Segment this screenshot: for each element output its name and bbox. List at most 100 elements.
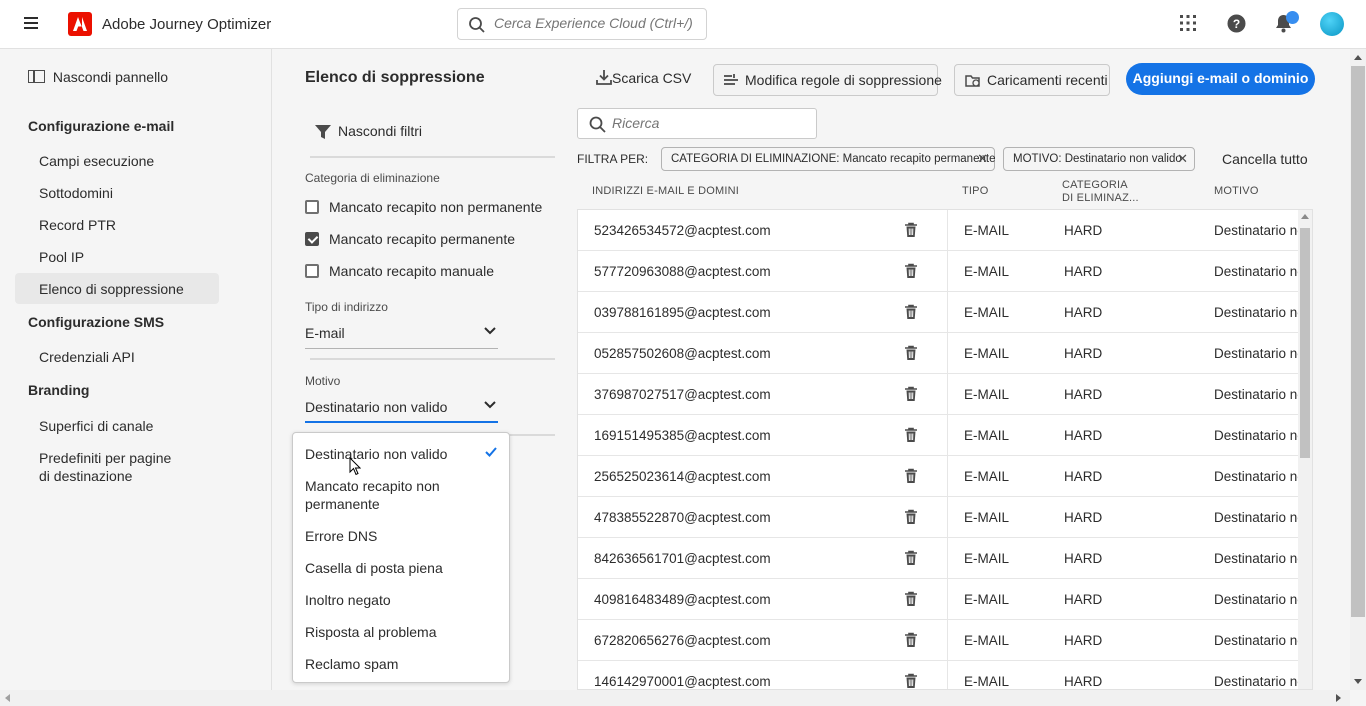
suppression-reason: Destinatario non valido xyxy=(1214,264,1298,279)
nav-item-landing-page-presets[interactable]: Predefiniti per pagine di destinazione xyxy=(39,449,171,485)
dropdown-option-mailbox-full[interactable]: Casella di posta piena xyxy=(305,559,500,577)
scrollbar-thumb[interactable] xyxy=(1300,228,1310,458)
suppression-reason: Destinatario non valido xyxy=(1214,305,1298,320)
delete-icon[interactable] xyxy=(904,468,918,487)
table-row[interactable]: 169151495385@acptest.com E-MAIL HARD Destin… xyxy=(578,415,1298,456)
table-row[interactable]: 039788161895@acptest.com E-MAIL HARD Destin… xyxy=(578,292,1298,333)
checkbox[interactable] xyxy=(305,200,319,214)
checkbox-checked[interactable] xyxy=(305,232,319,246)
delete-icon[interactable] xyxy=(904,222,918,241)
download-csv-button[interactable]: Scarica CSV xyxy=(596,63,691,95)
nav-item-channel-surfaces[interactable]: Superfici di canale xyxy=(39,417,153,435)
scroll-down-arrow[interactable] xyxy=(1354,679,1362,684)
table-row[interactable]: 052857502608@acptest.com E-MAIL HARD Destin… xyxy=(578,333,1298,374)
mouse-cursor-icon xyxy=(349,457,361,476)
hide-panel-button[interactable]: Nascondi pannello xyxy=(28,69,168,85)
suppression-category: HARD xyxy=(1064,428,1103,443)
dropdown-option-dns-error[interactable]: Errore DNS xyxy=(305,527,500,545)
filter-tag-reason[interactable]: MOTIVO: Destinatario non valido ✕ xyxy=(1003,147,1195,171)
recent-uploads-button[interactable]: Caricamenti recenti xyxy=(954,64,1110,96)
address-type: E-MAIL xyxy=(964,264,1010,279)
table-row[interactable]: 376987027517@acptest.com E-MAIL HARD Destin… xyxy=(578,374,1298,415)
nav-item-sottodomini[interactable]: Sottodomini xyxy=(39,184,113,202)
global-search[interactable] xyxy=(457,8,707,40)
dropdown-option-relay-denied[interactable]: Inoltro negato xyxy=(305,591,500,609)
column-header-address[interactable]: INDIRIZZI E-MAIL E DOMINI xyxy=(592,185,739,198)
remove-tag-icon[interactable]: ✕ xyxy=(1177,148,1188,170)
scroll-up-arrow[interactable] xyxy=(1301,214,1309,219)
reason-select[interactable]: Destinatario non valido xyxy=(305,395,498,423)
scroll-up-arrow[interactable] xyxy=(1354,55,1362,60)
column-divider xyxy=(947,620,948,661)
checkbox[interactable] xyxy=(305,264,319,278)
download-icon xyxy=(596,70,612,85)
dropdown-option-soft-bounce[interactable]: Mancato recapito non permanente xyxy=(305,477,500,513)
remove-tag-icon[interactable]: ✕ xyxy=(977,148,988,170)
delete-icon[interactable] xyxy=(904,550,918,569)
page-vertical-scrollbar[interactable] xyxy=(1350,49,1366,690)
dropdown-option-invalid-recipient[interactable]: Destinatario non valido xyxy=(305,445,500,463)
suppression-category: HARD xyxy=(1064,551,1103,566)
adobe-logo-icon[interactable] xyxy=(68,12,92,36)
edit-suppression-rules-button[interactable]: Modifica regole di soppressione xyxy=(713,64,942,96)
suppression-reason: Destinatario non valido xyxy=(1214,551,1298,566)
email-address: 169151495385@acptest.com xyxy=(594,428,771,443)
filter-tag-category[interactable]: CATEGORIA DI ELIMINAZIONE: Mancato recap… xyxy=(661,147,995,171)
add-email-domain-button[interactable]: Aggiungi e-mail o dominio xyxy=(1126,63,1315,95)
delete-icon[interactable] xyxy=(904,591,918,610)
scroll-right-arrow[interactable] xyxy=(1336,694,1341,702)
table-row[interactable]: 409816483489@acptest.com E-MAIL HARD Destin… xyxy=(578,579,1298,620)
address-type-select[interactable]: E-mail xyxy=(305,321,498,349)
checkbox-soft-bounce[interactable]: Mancato recapito non permanente xyxy=(305,199,542,215)
suppression-table: 146142970001@acptest.com E-MAIL HARD Destin… xyxy=(577,209,1313,690)
nav-item-api-credentials[interactable]: Credenziali API xyxy=(39,348,135,366)
delete-icon[interactable] xyxy=(904,673,918,689)
menu-icon[interactable] xyxy=(24,17,38,29)
clear-all-button[interactable]: Cancella tutto xyxy=(1222,151,1308,167)
column-divider xyxy=(947,661,948,689)
table-scrollbar[interactable] xyxy=(1298,210,1312,689)
checkbox-manual-bounce[interactable]: Mancato recapito manuale xyxy=(305,263,494,279)
app-name[interactable]: Adobe Journey Optimizer xyxy=(102,16,271,33)
nav-item-pool-ip[interactable]: Pool IP xyxy=(39,248,84,266)
delete-icon[interactable] xyxy=(904,263,918,282)
table-search-input[interactable] xyxy=(612,115,807,131)
table-row[interactable]: 523426534572@acptest.com E-MAIL HARD Destin… xyxy=(578,210,1298,251)
table-row[interactable]: 146142970001@acptest.com E-MAIL HARD Destin… xyxy=(578,661,1298,689)
delete-icon[interactable] xyxy=(904,427,918,446)
page-horizontal-scrollbar[interactable] xyxy=(0,690,1350,706)
table-row[interactable]: 256525023614@acptest.com E-MAIL HARD Destin… xyxy=(578,456,1298,497)
table-search[interactable] xyxy=(577,108,817,139)
delete-icon[interactable] xyxy=(904,386,918,405)
nav-item-campi-esecuzione[interactable]: Campi esecuzione xyxy=(39,152,154,170)
chevron-down-icon xyxy=(484,327,496,335)
table-row[interactable]: 672820656276@acptest.com E-MAIL HARD Destin… xyxy=(578,620,1298,661)
nav-item-record-ptr[interactable]: Record PTR xyxy=(39,216,116,234)
apps-grid-icon[interactable] xyxy=(1179,14,1197,32)
nav-item-suppression-list[interactable]: Elenco di soppressione xyxy=(39,280,184,298)
checkbox-hard-bounce[interactable]: Mancato recapito permanente xyxy=(305,231,515,247)
scrollbar-thumb[interactable] xyxy=(1351,66,1365,617)
email-address: 842636561701@acptest.com xyxy=(594,551,771,566)
dropdown-option-challenge-response[interactable]: Risposta al problema xyxy=(305,623,500,641)
reason-label: Motivo xyxy=(305,374,341,388)
global-search-input[interactable] xyxy=(494,15,699,31)
table-row[interactable]: 478385522870@acptest.com E-MAIL HARD Destin… xyxy=(578,497,1298,538)
delete-icon[interactable] xyxy=(904,509,918,528)
user-avatar[interactable] xyxy=(1320,12,1344,36)
column-header-category[interactable]: CATEGORIA DI ELIMINAZ... xyxy=(1062,179,1139,205)
help-icon[interactable]: ? xyxy=(1227,14,1246,33)
column-header-type[interactable]: TIPO xyxy=(962,185,988,198)
delete-icon[interactable] xyxy=(904,632,918,651)
column-header-category-line1: CATEGORIA xyxy=(1062,179,1128,191)
hide-filters-button[interactable]: Nascondi filtri xyxy=(338,123,422,139)
dropdown-option-spam-complaint[interactable]: Reclamo spam xyxy=(305,655,500,673)
scroll-left-arrow[interactable] xyxy=(5,694,10,702)
table-row[interactable]: 577720963088@acptest.com E-MAIL HARD Destin… xyxy=(578,251,1298,292)
suppression-category: HARD xyxy=(1064,305,1103,320)
suppression-category: HARD xyxy=(1064,346,1103,361)
delete-icon[interactable] xyxy=(904,345,918,364)
column-header-reason[interactable]: MOTIVO xyxy=(1214,185,1259,198)
table-row[interactable]: 842636561701@acptest.com E-MAIL HARD Destin… xyxy=(578,538,1298,579)
delete-icon[interactable] xyxy=(904,304,918,323)
